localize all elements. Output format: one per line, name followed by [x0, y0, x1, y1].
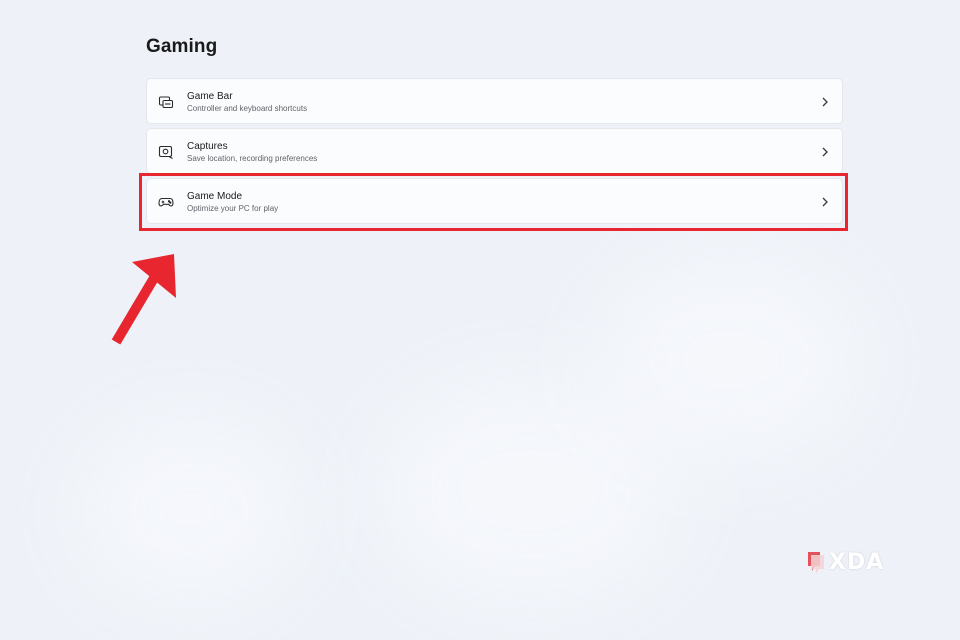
- settings-item-captures[interactable]: Captures Save location, recording prefer…: [146, 128, 843, 174]
- settings-item-game-bar[interactable]: Game Bar Controller and keyboard shortcu…: [146, 78, 843, 124]
- watermark-text: XDA: [829, 549, 885, 575]
- item-subtitle: Controller and keyboard shortcuts: [187, 104, 308, 113]
- chevron-right-icon: [820, 195, 830, 209]
- red-arrow-icon: [111, 254, 176, 345]
- item-title: Game Mode: [187, 191, 243, 202]
- item-subtitle: Save location, recording preferences: [187, 154, 318, 163]
- settings-item-game-mode[interactable]: Game Mode Optimize your PC for play: [146, 178, 843, 224]
- gamepad-icon: [158, 194, 174, 210]
- background-blob: [600, 260, 860, 460]
- game-bar-icon: [158, 94, 174, 110]
- item-subtitle: Optimize your PC for play: [187, 204, 279, 213]
- xda-logo-icon: [808, 552, 824, 574]
- item-title: Game Bar: [187, 91, 233, 102]
- page-title: Gaming: [146, 36, 218, 57]
- background-blob: [80, 420, 300, 600]
- chevron-right-icon: [820, 145, 830, 159]
- capture-icon: [158, 144, 174, 160]
- xda-watermark: XDA: [806, 548, 900, 576]
- chevron-right-icon: [820, 95, 830, 109]
- item-title: Captures: [187, 141, 228, 152]
